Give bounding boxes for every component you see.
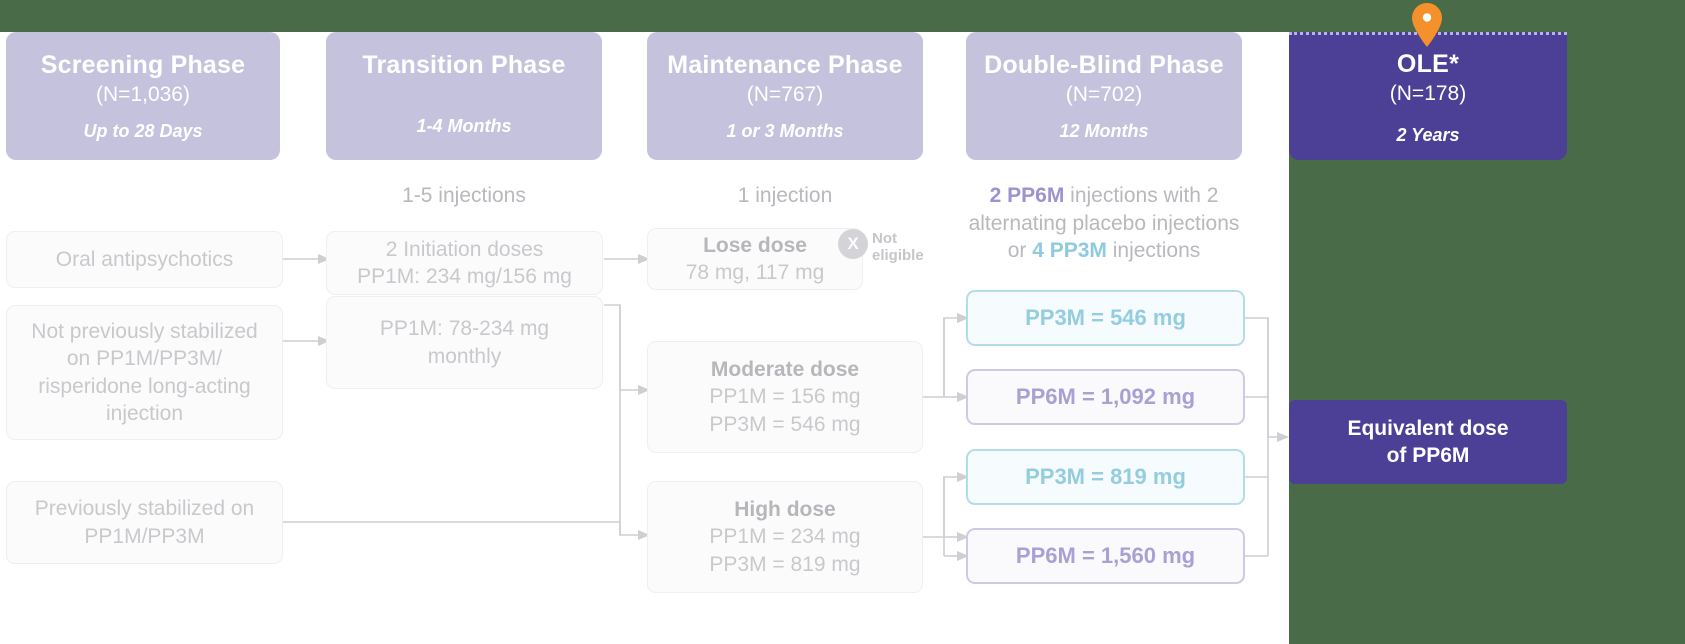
box-line-2: PP3M = 819 mg [709, 552, 861, 576]
box-line-2: PP1M: 234 mg/156 mg [357, 265, 572, 288]
box-text: PP3M = 819 mg [1025, 463, 1186, 489]
transition-box-pp1m-monthly: PP1M: 78-234 mg monthly [326, 296, 603, 389]
not-eligible-label: Not eligible [872, 230, 924, 265]
box-heading: Moderate dose [710, 358, 860, 382]
not-eligible-line-1: Not [872, 230, 897, 247]
box-line-1: PP1M = 156 mg [709, 385, 861, 409]
box-line-1: 2 Initiation doses [385, 237, 544, 261]
screening-box-not-stabilized: Not previously stabilized on PP1M/PP3M/ … [6, 305, 283, 440]
box-line-1: 78 mg, 117 mg [685, 261, 825, 284]
box-line-1: PP1M: 78-234 mg [379, 317, 550, 341]
maintenance-box-lose-dose: Lose dose 78 mg, 117 mg [647, 228, 863, 290]
box-text: Not previously stabilized on PP1M/PP3M/ … [31, 319, 258, 425]
box-text: PP6M = 1,560 mg [1015, 542, 1196, 568]
box-line-2: PP3M = 546 mg [709, 412, 861, 436]
double-blind-box-pp6m-1092: PP6M = 1,092 mg [966, 369, 1245, 425]
maintenance-box-moderate-dose: Moderate dose PP1M = 156 mg PP3M = 546 m… [647, 341, 923, 453]
box-text: Previously stabilized on PP1M/PP3M [34, 497, 255, 548]
diagram-root: Screening Phase (N=1,036) Up to 28 Days … [0, 0, 1685, 644]
box-text: Oral antipsychotics [55, 247, 234, 271]
box-text: PP3M = 546 mg [1025, 304, 1186, 330]
box-line-2: monthly [427, 344, 502, 368]
double-blind-box-pp3m-546: PP3M = 546 mg [966, 290, 1245, 346]
not-eligible-line-2: eligible [872, 247, 924, 265]
maintenance-box-high-dose: High dose PP1M = 234 mg PP3M = 819 mg [647, 481, 923, 593]
box-text: PP6M = 1,092 mg [1015, 383, 1196, 409]
badge-letter: X [847, 234, 859, 253]
double-blind-box-pp3m-819: PP3M = 819 mg [966, 449, 1245, 505]
box-line-1: PP1M = 234 mg [709, 525, 861, 549]
screening-box-oral-antipsychotics: Oral antipsychotics [6, 231, 283, 288]
transition-box-initiation-doses: 2 Initiation doses PP1M: 234 mg/156 mg [326, 231, 603, 295]
box-heading: High dose [734, 498, 836, 522]
double-blind-box-pp6m-1560: PP6M = 1,560 mg [966, 528, 1245, 584]
screening-box-previously-stabilized: Previously stabilized on PP1M/PP3M [6, 481, 283, 564]
box-heading: Lose dose [703, 233, 807, 257]
not-eligible-badge-icon: X [838, 229, 868, 259]
